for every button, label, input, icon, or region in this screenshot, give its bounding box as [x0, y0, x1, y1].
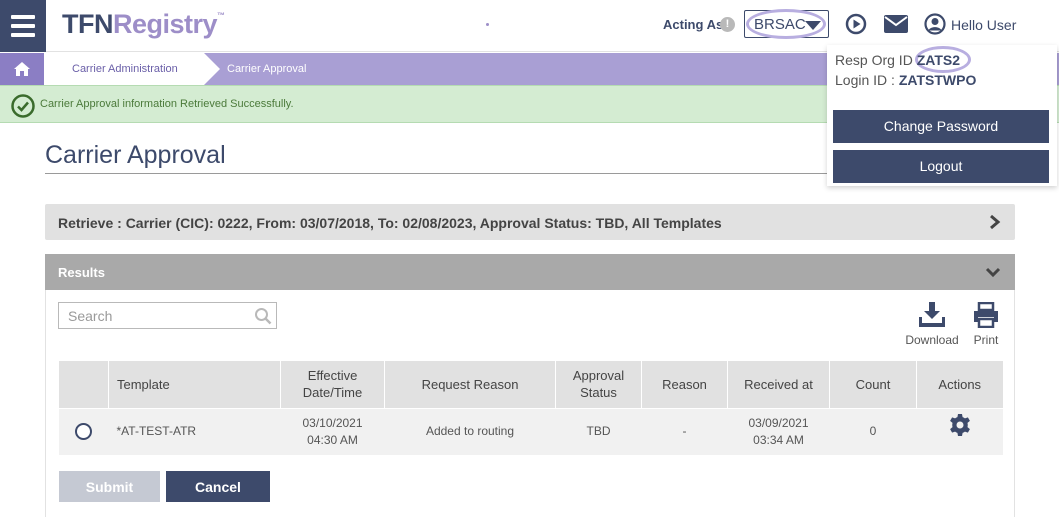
cell-effective: 03/10/2021 04:30 AM [280, 407, 385, 455]
page-title: Carrier Approval [45, 141, 226, 169]
login-id-value: ZATSTWPO [898, 72, 977, 88]
decorative-dot [486, 23, 489, 26]
check-circle-icon [11, 94, 35, 123]
column-header-request-reason[interactable]: Request Reason [384, 361, 556, 408]
print-button[interactable]: Print [966, 302, 1006, 347]
title-divider [45, 173, 831, 174]
cell-effective-time: 04:30 AM [307, 432, 358, 447]
menu-icon[interactable] [0, 0, 46, 52]
column-header-actions: Actions [916, 361, 1003, 408]
app-logo[interactable]: TFNRegistry™ [62, 9, 225, 40]
login-id-row: Login ID : ZATSTWPO [835, 72, 976, 88]
search-icon[interactable] [254, 307, 272, 330]
play-circle-icon[interactable] [845, 13, 867, 40]
user-menu: Resp Org ID ZATS2 Login ID : ZATSTWPO Ch… [827, 45, 1057, 186]
user-circle-icon[interactable] [924, 13, 946, 40]
row-select-radio[interactable] [75, 423, 92, 441]
mail-icon[interactable] [884, 15, 908, 38]
results-table: Template Effective Date/Time Request Rea… [58, 361, 1003, 455]
acting-as-label: Acting As [663, 17, 724, 32]
breadcrumb-separator [204, 53, 220, 85]
logo-tfn: TFN [62, 9, 113, 39]
resp-org-value: ZATS2 [916, 52, 961, 68]
cell-request-reason: Added to routing [384, 407, 556, 455]
column-header-template[interactable]: Template [108, 361, 281, 408]
breadcrumb-item-carrier-approval: Carrier Approval [227, 63, 307, 75]
results-title: Results [58, 265, 105, 280]
chevron-down-icon [985, 265, 1001, 283]
column-header-approval-status[interactable]: Approval Status [555, 361, 642, 408]
chevron-down-icon [805, 21, 821, 30]
acting-as-select[interactable]: BRSAC [744, 9, 829, 39]
cell-received-date: 03/09/2021 [748, 415, 809, 430]
cell-received-at: 03/09/2021 03:34 AM [727, 407, 830, 455]
cell-approval-status: TBD [555, 407, 642, 455]
resp-org-row: Resp Org ID ZATS2 [835, 52, 960, 68]
table-header-row: Template Effective Date/Time Request Rea… [58, 361, 1003, 408]
login-id-label: Login ID : [835, 72, 895, 88]
column-header-select [58, 361, 109, 408]
gear-icon[interactable] [948, 413, 972, 442]
column-header-reason[interactable]: Reason [641, 361, 728, 408]
logo-registry: Registry [112, 9, 218, 39]
table-row: *AT-TEST-ATR 03/10/2021 04:30 AM Added t… [58, 407, 1003, 455]
print-label: Print [973, 333, 999, 347]
column-header-received-at[interactable]: Received at [727, 361, 830, 408]
cancel-button[interactable]: Cancel [166, 471, 270, 502]
download-button[interactable]: Download [900, 302, 964, 347]
download-icon [919, 302, 945, 327]
cell-count: 0 [829, 407, 917, 455]
acting-as-value: BRSAC [754, 16, 806, 33]
column-header-count[interactable]: Count [829, 361, 917, 408]
row-select-cell [58, 407, 109, 455]
change-password-button[interactable]: Change Password [833, 110, 1049, 143]
retrieve-criteria-bar[interactable]: Retrieve : Carrier (CIC): 0222, From: 03… [45, 204, 1015, 240]
search-input[interactable] [59, 303, 249, 328]
print-icon [974, 302, 998, 328]
user-greeting[interactable]: Hello User [951, 17, 1016, 33]
cell-effective-date: 03/10/2021 [302, 415, 363, 430]
chevron-right-icon [989, 214, 1001, 235]
logout-button[interactable]: Logout [833, 150, 1049, 183]
column-header-effective[interactable]: Effective Date/Time [280, 361, 385, 408]
alert-message: Carrier Approval information Retrieved S… [40, 98, 294, 110]
logo-tm: ™ [217, 11, 225, 20]
home-icon[interactable] [0, 53, 44, 85]
cell-received-time: 03:34 AM [753, 432, 804, 447]
cell-actions [916, 407, 1003, 455]
info-icon[interactable]: ! [720, 17, 735, 32]
submit-button[interactable]: Submit [59, 471, 160, 502]
resp-org-label: Resp Org ID [835, 52, 913, 68]
breadcrumb-label: Carrier Administration [72, 63, 178, 75]
breadcrumb-item-carrier-administration[interactable]: Carrier Administration [44, 53, 220, 85]
cell-reason: - [641, 407, 728, 455]
results-header[interactable]: Results [45, 254, 1015, 290]
search-field [58, 302, 277, 329]
download-label: Download [905, 333, 959, 347]
cell-template: *AT-TEST-ATR [108, 407, 281, 455]
retrieve-summary: Retrieve : Carrier (CIC): 0222, From: 03… [58, 215, 722, 231]
